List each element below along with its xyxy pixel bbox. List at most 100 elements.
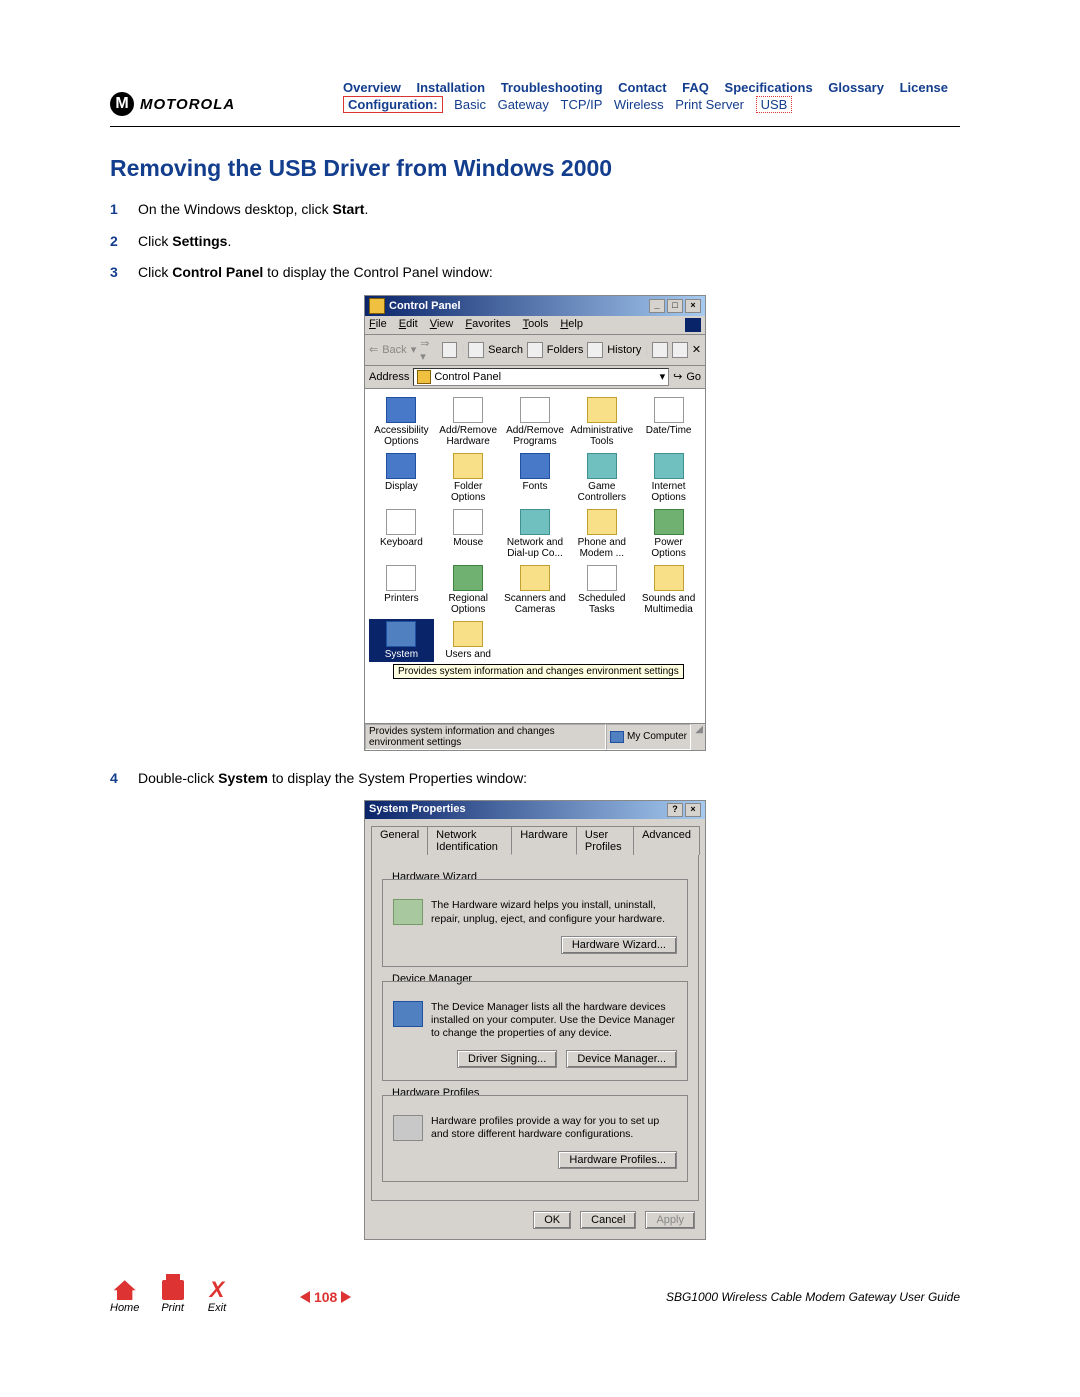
exit-icon: X	[206, 1280, 228, 1300]
tool-button[interactable]	[652, 342, 668, 358]
next-page-icon[interactable]	[341, 1291, 351, 1303]
window-titlebar[interactable]: Control Panel _ □ ×	[365, 296, 705, 316]
page-navigator: 108	[300, 1289, 351, 1305]
computer-icon	[610, 731, 624, 743]
nav-gateway[interactable]: Gateway	[498, 97, 549, 112]
cp-item-sounds-and-multimedia[interactable]: Sounds and Multimedia	[636, 563, 701, 617]
nav-basic[interactable]: Basic	[454, 97, 486, 112]
control-panel-window: Control Panel _ □ × File Edit View Favor…	[364, 295, 706, 751]
device-manager-icon	[393, 1001, 423, 1027]
app-icon	[453, 509, 483, 535]
up-button[interactable]	[442, 342, 458, 358]
app-icon	[453, 397, 483, 423]
tab-user-profiles[interactable]: User Profiles	[576, 826, 634, 855]
app-icon	[654, 397, 684, 423]
nav-license[interactable]: License	[900, 80, 948, 95]
address-input[interactable]: Control Panel ▾	[413, 368, 669, 386]
cp-item-system[interactable]: System	[369, 619, 434, 662]
apply-button[interactable]: Apply	[645, 1211, 695, 1229]
cp-item-scheduled-tasks[interactable]: Scheduled Tasks	[569, 563, 634, 617]
secondary-nav: Configuration: Basic Gateway TCP/IP Wire…	[343, 97, 960, 112]
tool-button[interactable]	[672, 342, 688, 358]
page-footer: Home Print X Exit 108 SBG1000 Wireless C…	[110, 1280, 960, 1314]
device-manager-button[interactable]: Device Manager...	[566, 1050, 677, 1068]
cp-item-game-controllers[interactable]: Game Controllers	[569, 451, 634, 505]
cp-item-internet-options[interactable]: Internet Options	[636, 451, 701, 505]
cp-item-administrative-tools[interactable]: Administrative Tools	[569, 395, 634, 449]
exit-link[interactable]: X Exit	[206, 1280, 228, 1314]
cp-item-regional-options[interactable]: Regional Options	[436, 563, 501, 617]
cp-item-add-remove-programs[interactable]: Add/Remove Programs	[503, 395, 568, 449]
cp-item-network-and-dial-up-co[interactable]: Network and Dial-up Co...	[503, 507, 568, 561]
nav-faq[interactable]: FAQ	[682, 80, 709, 95]
menu-favorites[interactable]: Favorites	[465, 318, 510, 332]
hardware-profiles-button[interactable]: Hardware Profiles...	[558, 1151, 677, 1169]
search-icon[interactable]	[468, 342, 484, 358]
nav-installation[interactable]: Installation	[416, 80, 485, 95]
folders-icon[interactable]	[527, 342, 543, 358]
cp-item-users-and[interactable]: Users and	[436, 619, 501, 662]
nav-troubleshooting[interactable]: Troubleshooting	[501, 80, 603, 95]
app-icon	[520, 453, 550, 479]
cp-item-keyboard[interactable]: Keyboard	[369, 507, 434, 561]
cp-item-scanners-and-cameras[interactable]: Scanners and Cameras	[503, 563, 568, 617]
cp-item-display[interactable]: Display	[369, 451, 434, 505]
cp-item-add-remove-hardware[interactable]: Add/Remove Hardware	[436, 395, 501, 449]
tab-network-id[interactable]: Network Identification	[427, 826, 512, 855]
close-button[interactable]: ×	[685, 299, 701, 313]
step-2: 2 Click Settings.	[110, 232, 960, 252]
go-button[interactable]: Go	[686, 371, 701, 383]
cp-item-accessibility-options[interactable]: Accessibility Options	[369, 395, 434, 449]
app-icon	[453, 621, 483, 647]
cancel-button[interactable]: Cancel	[580, 1211, 636, 1229]
brand-name: MOTOROLA	[140, 96, 235, 113]
minimize-button[interactable]: _	[649, 299, 665, 313]
nav-overview[interactable]: Overview	[343, 80, 401, 95]
menu-file[interactable]: File	[369, 318, 387, 332]
nav-glossary[interactable]: Glossary	[828, 80, 884, 95]
group-device-manager: The Device Manager lists all the hardwar…	[382, 981, 688, 1081]
toolbar: ⇐ Back ▾ ⇒ ▾ | Search Folders History | …	[365, 335, 705, 366]
close-button[interactable]: ×	[685, 803, 701, 817]
cp-item-printers[interactable]: Printers	[369, 563, 434, 617]
driver-signing-button[interactable]: Driver Signing...	[457, 1050, 557, 1068]
window-titlebar[interactable]: System Properties ? ×	[365, 801, 705, 819]
cp-item-fonts[interactable]: Fonts	[503, 451, 568, 505]
menu-help[interactable]: Help	[560, 318, 583, 332]
history-icon[interactable]	[587, 342, 603, 358]
print-link[interactable]: Print	[161, 1280, 184, 1314]
nav-contact[interactable]: Contact	[618, 80, 666, 95]
cp-item-mouse[interactable]: Mouse	[436, 507, 501, 561]
menu-view[interactable]: View	[430, 318, 454, 332]
nav-specifications[interactable]: Specifications	[725, 80, 813, 95]
tab-general[interactable]: General	[371, 826, 428, 855]
help-button[interactable]: ?	[667, 803, 683, 817]
hardware-wizard-button[interactable]: Hardware Wizard...	[561, 936, 677, 954]
group-hardware-wizard: The Hardware wizard helps you install, u…	[382, 879, 688, 966]
home-link[interactable]: Home	[110, 1280, 139, 1314]
cp-item-date-time[interactable]: Date/Time	[636, 395, 701, 449]
cp-item-folder-options[interactable]: Folder Options	[436, 451, 501, 505]
cp-item-phone-and-modem[interactable]: Phone and Modem ...	[569, 507, 634, 561]
app-icon	[386, 621, 416, 647]
tab-advanced[interactable]: Advanced	[633, 826, 700, 855]
page-title: Removing the USB Driver from Windows 200…	[110, 155, 960, 182]
tooltip: Provides system information and changes …	[393, 664, 684, 679]
nav-tcpip[interactable]: TCP/IP	[561, 97, 603, 112]
nav-configuration-label: Configuration:	[343, 96, 443, 113]
cp-item-power-options[interactable]: Power Options	[636, 507, 701, 561]
menu-tools[interactable]: Tools	[523, 318, 549, 332]
brand-logo: M MOTOROLA	[110, 92, 235, 116]
page-header: M MOTOROLA Overview Installation Trouble…	[110, 80, 960, 116]
ok-button[interactable]: OK	[533, 1211, 571, 1229]
nav-printserver[interactable]: Print Server	[675, 97, 744, 112]
maximize-button[interactable]: □	[667, 299, 683, 313]
tab-hardware[interactable]: Hardware	[511, 826, 577, 855]
nav-usb[interactable]: USB	[756, 96, 793, 113]
app-icon	[386, 397, 416, 423]
menu-edit[interactable]: Edit	[399, 318, 418, 332]
nav-wireless[interactable]: Wireless	[614, 97, 664, 112]
prev-page-icon[interactable]	[300, 1291, 310, 1303]
step-4: 4 Double-click System to display the Sys…	[110, 769, 960, 789]
back-button[interactable]: Back	[382, 344, 406, 356]
